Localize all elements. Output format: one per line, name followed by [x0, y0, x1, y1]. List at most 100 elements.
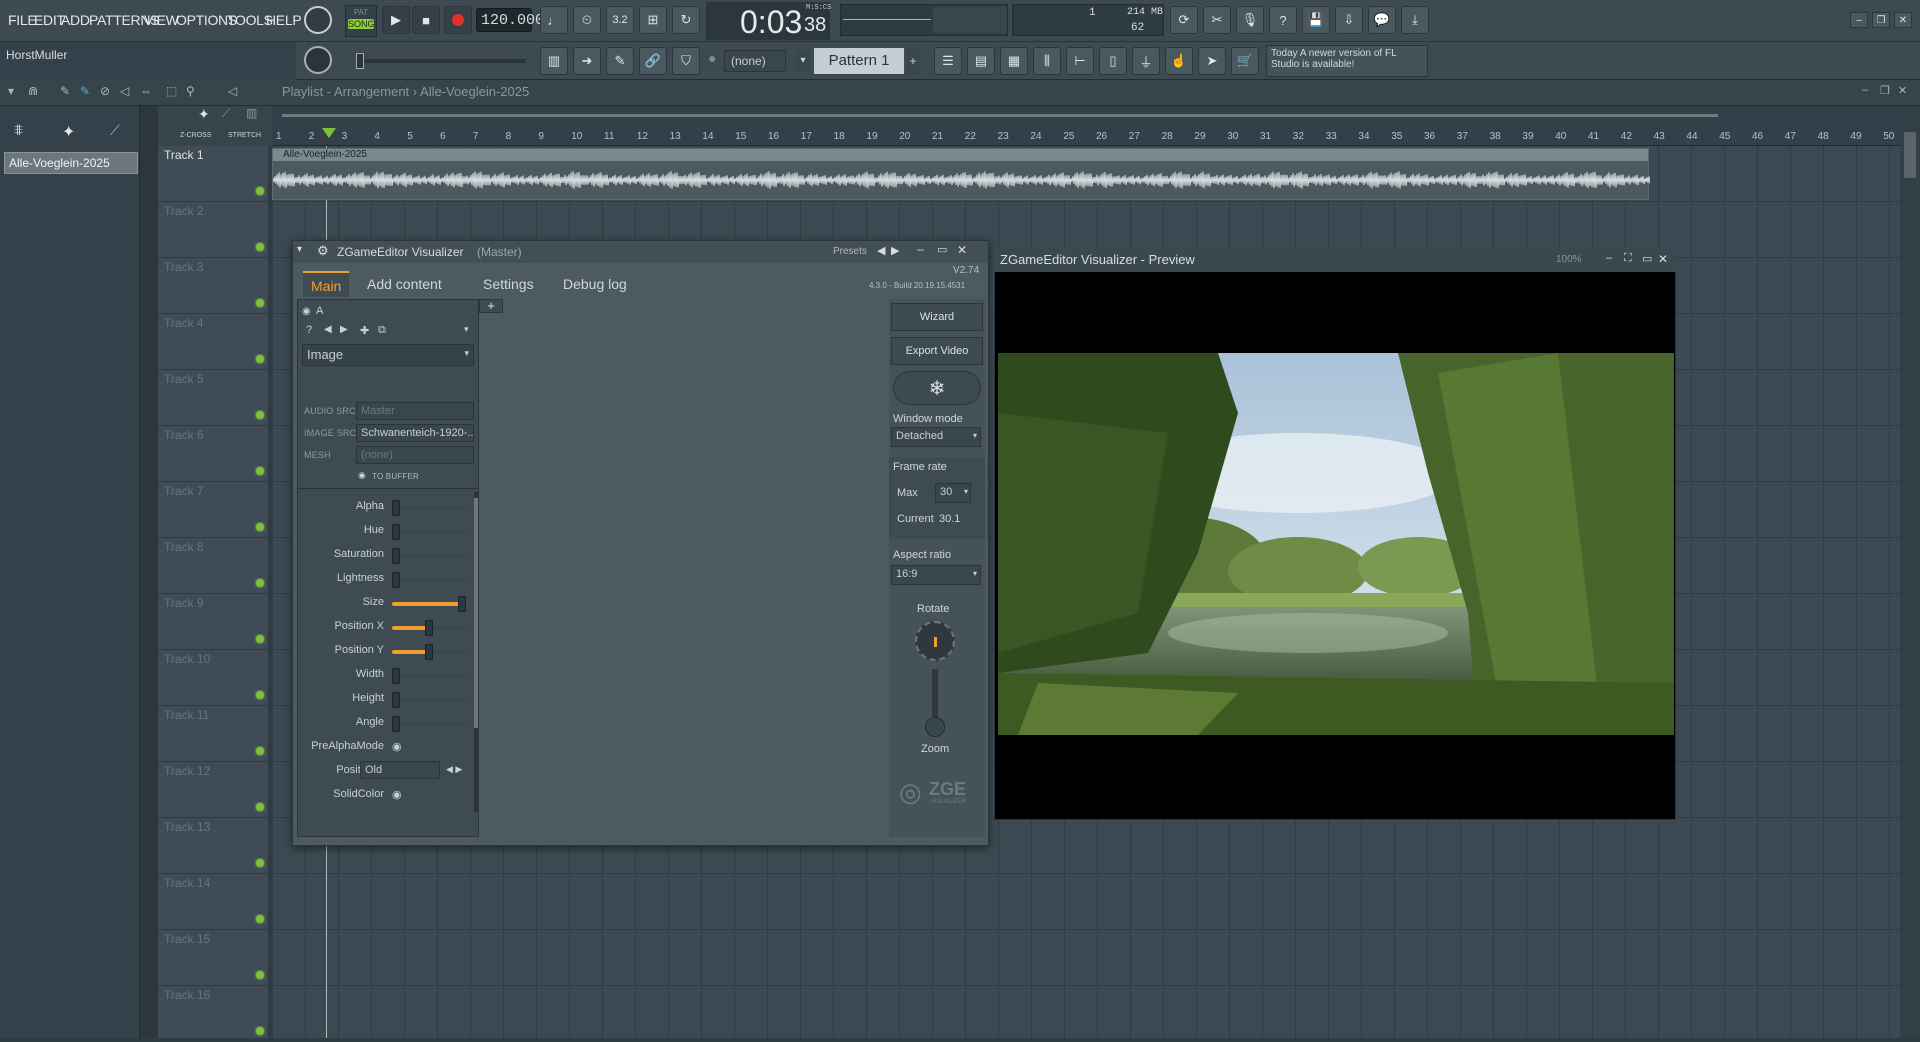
snap-icon[interactable]: ⋒: [28, 84, 38, 98]
rotate-knob[interactable]: [915, 621, 955, 661]
track-header[interactable]: Track 15: [158, 930, 268, 986]
record-button[interactable]: [444, 6, 472, 34]
track-header[interactable]: Track 7: [158, 482, 268, 538]
mesh-field[interactable]: (none): [356, 446, 474, 464]
param-slider[interactable]: [392, 716, 466, 732]
arrangement-item[interactable]: Alle-Voeglein-2025: [4, 152, 138, 174]
solidcolor-toggle-icon[interactable]: ◉: [392, 788, 402, 801]
master-pitch-slider[interactable]: [356, 53, 526, 69]
param-slider[interactable]: [392, 620, 466, 636]
layer-radio-icon[interactable]: ◉: [302, 306, 311, 317]
window-mode-select[interactable]: Detached ▾: [891, 427, 981, 447]
param-scrollbar[interactable]: [474, 492, 478, 812]
preview-zoom[interactable]: 100%: [1556, 254, 1582, 265]
countdown-button[interactable]: 3.2: [606, 6, 634, 34]
menu-view[interactable]: VIEW: [144, 12, 179, 28]
plugin-maximize-icon[interactable]: ▭: [937, 243, 947, 256]
download-button[interactable]: ⤓: [1401, 6, 1429, 34]
track-header[interactable]: Track 9: [158, 594, 268, 650]
pencil-tool-button[interactable]: ✎: [606, 47, 634, 75]
track-header[interactable]: Track 8: [158, 538, 268, 594]
playhead-marker[interactable]: [322, 128, 336, 138]
content-type-select[interactable]: Image ▾: [302, 344, 474, 366]
track-mute-led-icon[interactable]: [256, 467, 264, 475]
param-slider-knob[interactable]: [392, 524, 400, 540]
master-volume-knob[interactable]: [304, 6, 332, 34]
menu-add[interactable]: ADD: [61, 12, 90, 28]
browser-button[interactable]: ⊢: [1066, 47, 1094, 75]
layer-tool-icon[interactable]: ✚: [360, 324, 369, 337]
undo-history-button[interactable]: ⟳: [1170, 6, 1198, 34]
param-slider-knob[interactable]: [392, 548, 400, 564]
preset-prev-icon[interactable]: ◀: [877, 244, 885, 257]
param-slider-knob[interactable]: [425, 644, 433, 660]
param-slider[interactable]: [392, 572, 466, 588]
preview-fullscreen-icon[interactable]: ⛶: [1624, 252, 1632, 265]
pat-song-toggle[interactable]: PAT SONG: [345, 5, 377, 37]
metronome-button[interactable]: ♩: [540, 6, 568, 34]
timeline-ruler[interactable]: 1 2 3 4 5 6 7 8 9 10 11 12 13 14 15 16 17 18 19 20 21 22 23 24 2…: [272, 126, 1900, 146]
wizard-button[interactable]: Wizard: [891, 303, 983, 331]
aspect-ratio-select[interactable]: 16:9 ▾: [891, 565, 981, 585]
cut-tool-button[interactable]: ✂: [1203, 6, 1231, 34]
layer-prev-icon[interactable]: ◀: [324, 324, 332, 335]
playlist-minimize-icon[interactable]: –: [1862, 84, 1868, 96]
grid-icon[interactable]: ▥: [246, 106, 257, 120]
track-mute-led-icon[interactable]: [256, 355, 264, 363]
tab-main[interactable]: Main: [303, 271, 350, 297]
track-mute-led-icon[interactable]: [256, 187, 264, 195]
tab-add-content[interactable]: Add content: [359, 271, 450, 297]
layer-copy-icon[interactable]: ⧉: [378, 324, 386, 337]
maximize-button[interactable]: ❐: [1872, 12, 1890, 28]
channel-rack-button[interactable]: ▦: [1000, 47, 1028, 75]
add-layer-button[interactable]: +: [479, 299, 503, 313]
track-mute-led-icon[interactable]: [256, 635, 264, 643]
audio-src-field[interactable]: Master: [356, 402, 474, 420]
track-mute-led-icon[interactable]: [256, 243, 264, 251]
track-header[interactable]: Track 13: [158, 818, 268, 874]
help-button[interactable]: ?: [1269, 6, 1297, 34]
param-slider-knob[interactable]: [392, 716, 400, 732]
freeze-button[interactable]: ❄: [893, 371, 981, 405]
stop-button[interactable]: ■: [412, 6, 440, 34]
render-button[interactable]: ⇩: [1335, 6, 1363, 34]
wait-input-button[interactable]: ⏲: [573, 6, 601, 34]
param-slider[interactable]: [392, 692, 466, 708]
param-slider[interactable]: [392, 548, 466, 564]
gear-icon[interactable]: ⚙: [317, 243, 329, 259]
stamp-tool-button[interactable]: ⛉: [672, 47, 700, 75]
breadcrumb-arrangement[interactable]: Alle-Voeglein-2025: [420, 84, 529, 99]
preset-next-icon[interactable]: ▶: [891, 244, 899, 257]
close-button[interactable]: ✕: [1894, 12, 1912, 28]
preview-minimize-icon[interactable]: –: [1606, 252, 1612, 264]
piano-roll-window-button[interactable]: ▤: [967, 47, 995, 75]
channel-select[interactable]: (none): [724, 50, 786, 72]
track-header[interactable]: Track 16: [158, 986, 268, 1042]
track-header[interactable]: Track 11: [158, 706, 268, 762]
track-mute-led-icon[interactable]: [256, 411, 264, 419]
param-slider[interactable]: [392, 644, 466, 660]
piano-roll-button[interactable]: ▥: [540, 47, 568, 75]
audio-clip[interactable]: Alle-Voeglein-2025: [272, 148, 1650, 200]
param-slider-knob[interactable]: [392, 500, 400, 516]
automation-icon[interactable]: ⟋: [110, 122, 120, 139]
track-mute-led-icon[interactable]: [256, 747, 264, 755]
arrow-tool-button[interactable]: ➜: [573, 47, 601, 75]
plugin-close-icon[interactable]: ✕: [957, 243, 967, 257]
pick-button[interactable]: ➤: [1198, 47, 1226, 75]
playlist-close-icon[interactable]: ✕: [1898, 84, 1907, 97]
vertical-scrollbar[interactable]: [1900, 106, 1920, 1038]
param-slider[interactable]: [392, 524, 466, 540]
positioning-select[interactable]: Old: [360, 761, 440, 779]
waveform-icon[interactable]: ✦: [198, 106, 210, 123]
max-fps-select[interactable]: 30 ▾: [935, 483, 971, 503]
track-mute-led-icon[interactable]: [256, 803, 264, 811]
master-pitch-knob[interactable]: [304, 46, 332, 74]
param-slider[interactable]: [392, 668, 466, 684]
playlist-menu-icon[interactable]: ▾: [8, 84, 14, 98]
track-header[interactable]: Track 2: [158, 202, 268, 258]
menu-help[interactable]: HELP: [266, 12, 302, 28]
layer-menu-icon[interactable]: ▾: [464, 324, 469, 335]
plugin-menu-icon[interactable]: ▾: [297, 244, 302, 255]
track-header[interactable]: Track 4: [158, 314, 268, 370]
